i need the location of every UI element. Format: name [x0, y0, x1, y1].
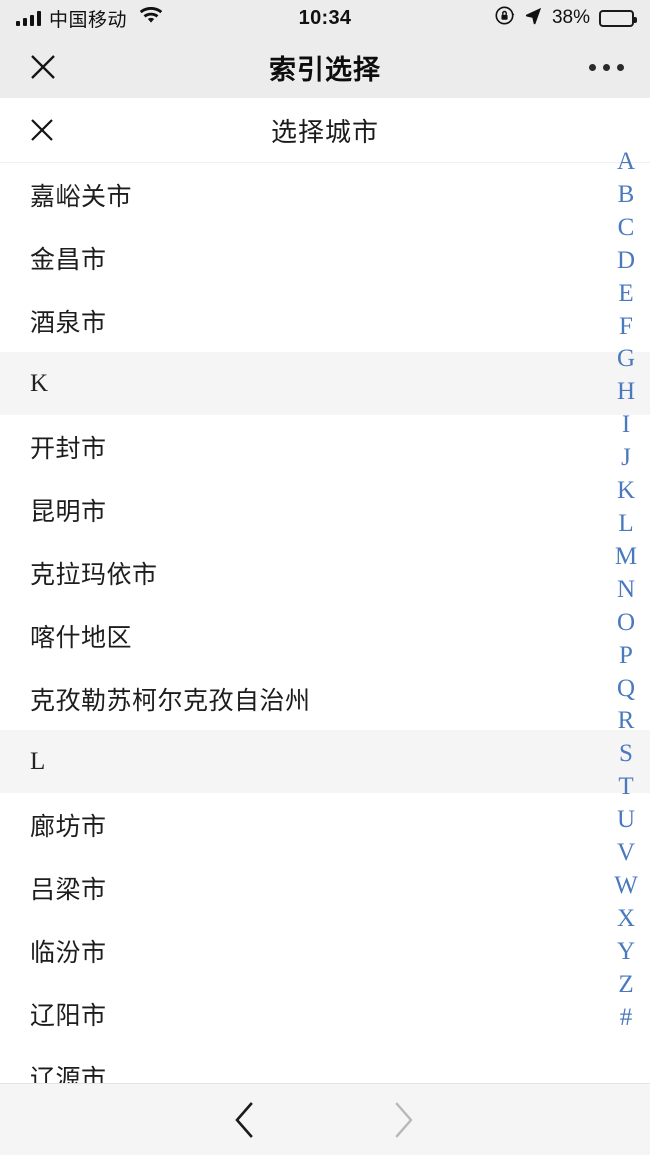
- city-list-item[interactable]: 酒泉市: [0, 289, 650, 352]
- city-list-item[interactable]: 辽源市: [0, 1045, 650, 1083]
- index-letter-e[interactable]: E: [614, 278, 638, 311]
- chevron-left-icon[interactable]: [222, 1097, 268, 1143]
- alphabet-index-bar[interactable]: ABCDEFGHIJKLMNOPQRSTUVWXYZ#: [602, 146, 650, 1034]
- city-list-item[interactable]: 辽阳市: [0, 982, 650, 1045]
- bottom-toolbar: [0, 1083, 650, 1155]
- city-list-item[interactable]: 吕梁市: [0, 856, 650, 919]
- index-letter-b[interactable]: B: [614, 179, 638, 212]
- carrier-label: 中国移动: [49, 5, 127, 32]
- index-letter-t[interactable]: T: [614, 771, 638, 804]
- index-letter-z[interactable]: Z: [614, 969, 638, 1002]
- city-list-item[interactable]: 克孜勒苏柯尔克孜自治州: [0, 667, 650, 730]
- more-options-icon[interactable]: [589, 64, 624, 71]
- city-list[interactable]: 嘉峪关市金昌市酒泉市K开封市昆明市克拉玛依市喀什地区克孜勒苏柯尔克孜自治州L廊坊…: [0, 163, 650, 1083]
- inner-page-title: 选择城市: [0, 112, 650, 149]
- close-icon[interactable]: [26, 50, 60, 84]
- index-letter-l[interactable]: L: [614, 508, 638, 541]
- signal-strength-icon: [16, 10, 41, 26]
- city-list-item[interactable]: 廊坊市: [0, 793, 650, 856]
- index-letter-a[interactable]: A: [614, 146, 638, 179]
- location-arrow-icon: [524, 6, 543, 30]
- page-title: 索引选择: [0, 48, 650, 87]
- city-list-item[interactable]: 昆明市: [0, 478, 650, 541]
- index-letter-u[interactable]: U: [614, 804, 638, 837]
- city-list-item[interactable]: 临汾市: [0, 919, 650, 982]
- city-list-item[interactable]: 开封市: [0, 415, 650, 478]
- index-letter-i[interactable]: I: [614, 409, 638, 442]
- battery-percent-label: 38%: [552, 7, 590, 29]
- city-list-item[interactable]: 嘉峪关市: [0, 163, 650, 226]
- wifi-icon: [139, 7, 163, 30]
- index-letter-g[interactable]: G: [614, 343, 638, 376]
- city-list-item[interactable]: 克拉玛依市: [0, 541, 650, 604]
- status-bar-left: 中国移动: [16, 5, 163, 32]
- inner-page-header: 选择城市: [0, 98, 650, 163]
- index-letter-d[interactable]: D: [614, 245, 638, 278]
- index-letter-v[interactable]: V: [614, 837, 638, 870]
- index-letter-q[interactable]: Q: [614, 673, 638, 706]
- city-list-item[interactable]: 金昌市: [0, 226, 650, 289]
- index-letter-s[interactable]: S: [614, 738, 638, 771]
- index-letter-r[interactable]: R: [614, 705, 638, 738]
- index-letter-k[interactable]: K: [614, 475, 638, 508]
- close-icon[interactable]: [26, 114, 58, 146]
- index-letter-m[interactable]: M: [614, 541, 638, 574]
- navigation-bar: 索引选择: [0, 36, 650, 98]
- city-list-item[interactable]: 喀什地区: [0, 604, 650, 667]
- battery-icon: [599, 10, 634, 27]
- index-letter-hash[interactable]: #: [614, 1002, 638, 1035]
- rotation-lock-icon: [494, 5, 515, 31]
- index-letter-h[interactable]: H: [614, 376, 638, 409]
- index-letter-o[interactable]: O: [614, 607, 638, 640]
- index-letter-n[interactable]: N: [614, 574, 638, 607]
- section-header: K: [0, 352, 650, 415]
- index-letter-f[interactable]: F: [614, 311, 638, 344]
- index-letter-c[interactable]: C: [614, 212, 638, 245]
- chevron-right-icon[interactable]: [380, 1097, 426, 1143]
- status-bar-right: 38%: [494, 5, 634, 31]
- index-letter-y[interactable]: Y: [614, 936, 638, 969]
- index-letter-p[interactable]: P: [614, 640, 638, 673]
- index-letter-x[interactable]: X: [614, 903, 638, 936]
- section-header: L: [0, 730, 650, 793]
- index-letter-j[interactable]: J: [614, 442, 638, 475]
- index-letter-w[interactable]: W: [614, 870, 638, 903]
- status-bar: 中国移动 10:34 38%: [0, 0, 650, 36]
